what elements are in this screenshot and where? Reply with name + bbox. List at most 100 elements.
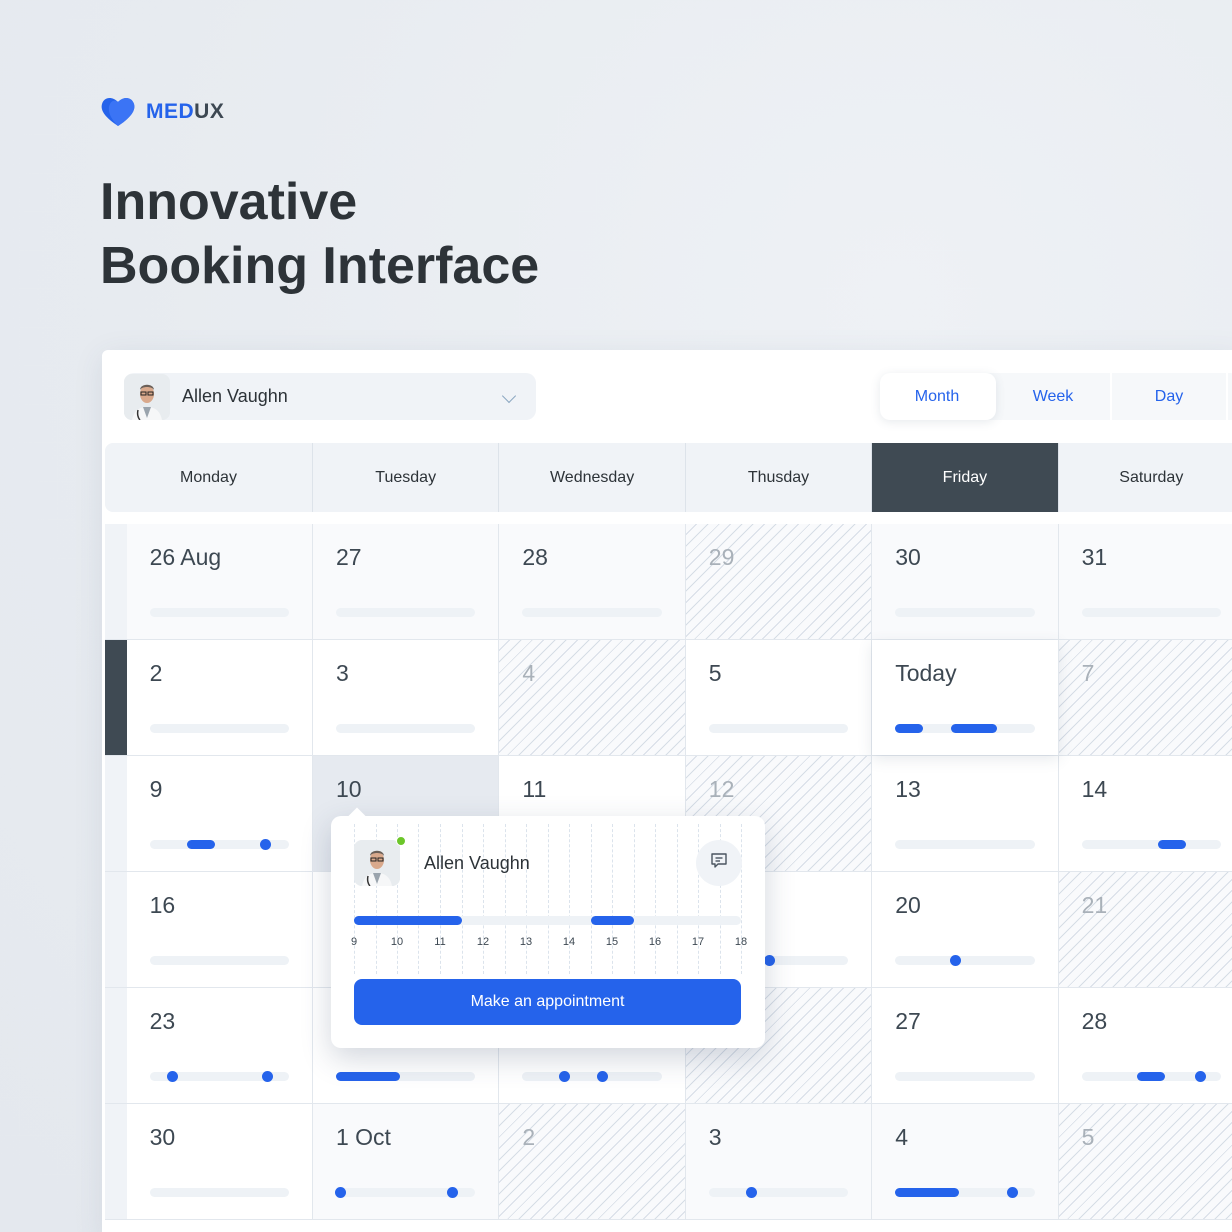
- calendar-day[interactable]: 30: [126, 1104, 313, 1219]
- day-number: 20: [895, 892, 921, 918]
- chevron-down-icon[interactable]: [501, 388, 517, 404]
- booking-track: [895, 840, 1035, 849]
- calendar-day[interactable]: 27: [312, 524, 500, 639]
- tab-week[interactable]: Week: [996, 373, 1112, 420]
- chat-button[interactable]: [696, 840, 742, 886]
- weekday-header: Monday Tuesday Wednesday Thusday Friday …: [105, 443, 1232, 512]
- hour-gridlines: [354, 824, 742, 974]
- day-number: 26 Aug: [149, 544, 222, 570]
- hour-gridline: [461, 824, 463, 974]
- booking-track: [335, 724, 476, 733]
- day-number: 2: [149, 660, 163, 686]
- weekday-thursday: Thusday: [686, 443, 873, 512]
- day-number: 27: [895, 1008, 921, 1034]
- booked-time-range: [590, 916, 634, 925]
- booking-track: [708, 1187, 849, 1198]
- calendar-day[interactable]: 28: [499, 524, 686, 639]
- calendar-week-row: 2 3 4 5 Today 7: [105, 640, 1232, 756]
- day-number: 9: [149, 776, 163, 802]
- booking-dot: [166, 1071, 178, 1082]
- booking-track: [149, 839, 289, 850]
- week-marker: [105, 872, 127, 987]
- page-headline: Innovative Booking Interface: [100, 170, 539, 298]
- calendar-week-row: 26 Aug 27 28 29 30 31: [105, 524, 1232, 640]
- booking-segment: [1158, 840, 1187, 849]
- day-number: 7: [1081, 660, 1095, 686]
- booking-dot: [260, 839, 272, 850]
- calendar-day[interactable]: 28: [1058, 988, 1232, 1103]
- calendar-day-unavailable: 2: [499, 1104, 686, 1219]
- calendar-day[interactable]: 9: [126, 756, 313, 871]
- tab-month[interactable]: Month: [880, 373, 996, 420]
- booking-track: [1081, 608, 1222, 617]
- booking-segment: [1137, 1072, 1166, 1081]
- calendar-day[interactable]: 3: [312, 640, 500, 755]
- calendar-day[interactable]: 31: [1058, 524, 1232, 639]
- booking-track: [895, 955, 1035, 966]
- booking-track: [895, 608, 1035, 617]
- calendar-day[interactable]: 23: [126, 988, 313, 1103]
- hour-gridline: [611, 824, 613, 974]
- hour-gridline: [547, 824, 549, 974]
- calendar-day[interactable]: 16: [126, 872, 313, 987]
- day-number: 21: [1081, 892, 1108, 918]
- hour-gridline: [418, 824, 420, 974]
- day-number: 10: [335, 776, 362, 802]
- selected-doctor-name: Allen Vaughn: [182, 386, 288, 406]
- day-number: 28: [522, 544, 548, 570]
- popover-doctor-avatar: [354, 840, 400, 886]
- current-week-marker: [105, 640, 127, 755]
- calendar-day[interactable]: 14: [1058, 756, 1232, 871]
- headline-line-1: Innovative: [100, 173, 358, 231]
- hour-gridline: [655, 824, 656, 974]
- calendar-day[interactable]: 1 Oct: [312, 1104, 500, 1219]
- doctor-select-dropdown[interactable]: Allen Vaughn: [124, 373, 536, 420]
- day-number: 5: [708, 660, 722, 686]
- hour-gridline: [526, 824, 527, 974]
- hour-gridline: [698, 824, 699, 974]
- make-appointment-button[interactable]: Make an appointment: [354, 979, 741, 1025]
- calendar-day[interactable]: 20: [872, 872, 1059, 987]
- week-marker: [105, 524, 127, 639]
- booking-segment: [335, 1072, 401, 1081]
- day-number: 31: [1081, 544, 1108, 570]
- booking-track: [149, 1188, 289, 1197]
- day-number: 11: [522, 776, 547, 802]
- calendar-day[interactable]: 3: [685, 1104, 873, 1219]
- calendar-day-unavailable: 29: [685, 524, 873, 639]
- hour-label: 17: [691, 936, 705, 948]
- week-marker: [105, 756, 127, 871]
- calendar-day[interactable]: 2: [126, 640, 313, 755]
- hour-label: 9: [350, 936, 358, 948]
- weekday-wednesday: Wednesday: [499, 443, 686, 512]
- calendar-day[interactable]: 26 Aug: [126, 524, 313, 639]
- calendar-day[interactable]: 30: [872, 524, 1059, 639]
- calendar-day-unavailable: 21: [1058, 872, 1232, 987]
- heart-logo-icon: [100, 96, 136, 128]
- hour-label: 16: [648, 936, 662, 948]
- booking-dot: [559, 1071, 571, 1082]
- doctor-avatar: [124, 373, 170, 420]
- hour-label: 10: [390, 936, 404, 948]
- calendar-day[interactable]: 27: [872, 988, 1059, 1103]
- weekday-tuesday: Tuesday: [313, 443, 500, 512]
- day-number: 14: [1081, 776, 1108, 802]
- booking-track: [522, 608, 662, 617]
- day-number: 30: [895, 544, 921, 570]
- tab-day[interactable]: Day: [1112, 373, 1228, 420]
- calendar-day-unavailable: 4: [499, 640, 686, 755]
- day-number: 12: [708, 776, 735, 802]
- hour-gridline: [676, 824, 678, 974]
- calendar-day[interactable]: 4: [872, 1104, 1059, 1219]
- calendar-day[interactable]: 13: [872, 756, 1059, 871]
- booked-time-range: [354, 916, 462, 925]
- week-marker: [105, 988, 127, 1103]
- weekday-monday: Monday: [105, 443, 313, 512]
- booking-track: [149, 608, 289, 617]
- calendar-day[interactable]: 5: [685, 640, 873, 755]
- day-number: 27: [335, 544, 362, 570]
- calendar-day[interactable]: Today: [872, 640, 1059, 755]
- hour-label: 12: [476, 936, 490, 948]
- booking-dot: [763, 955, 775, 966]
- weekday-friday: Friday: [872, 443, 1059, 512]
